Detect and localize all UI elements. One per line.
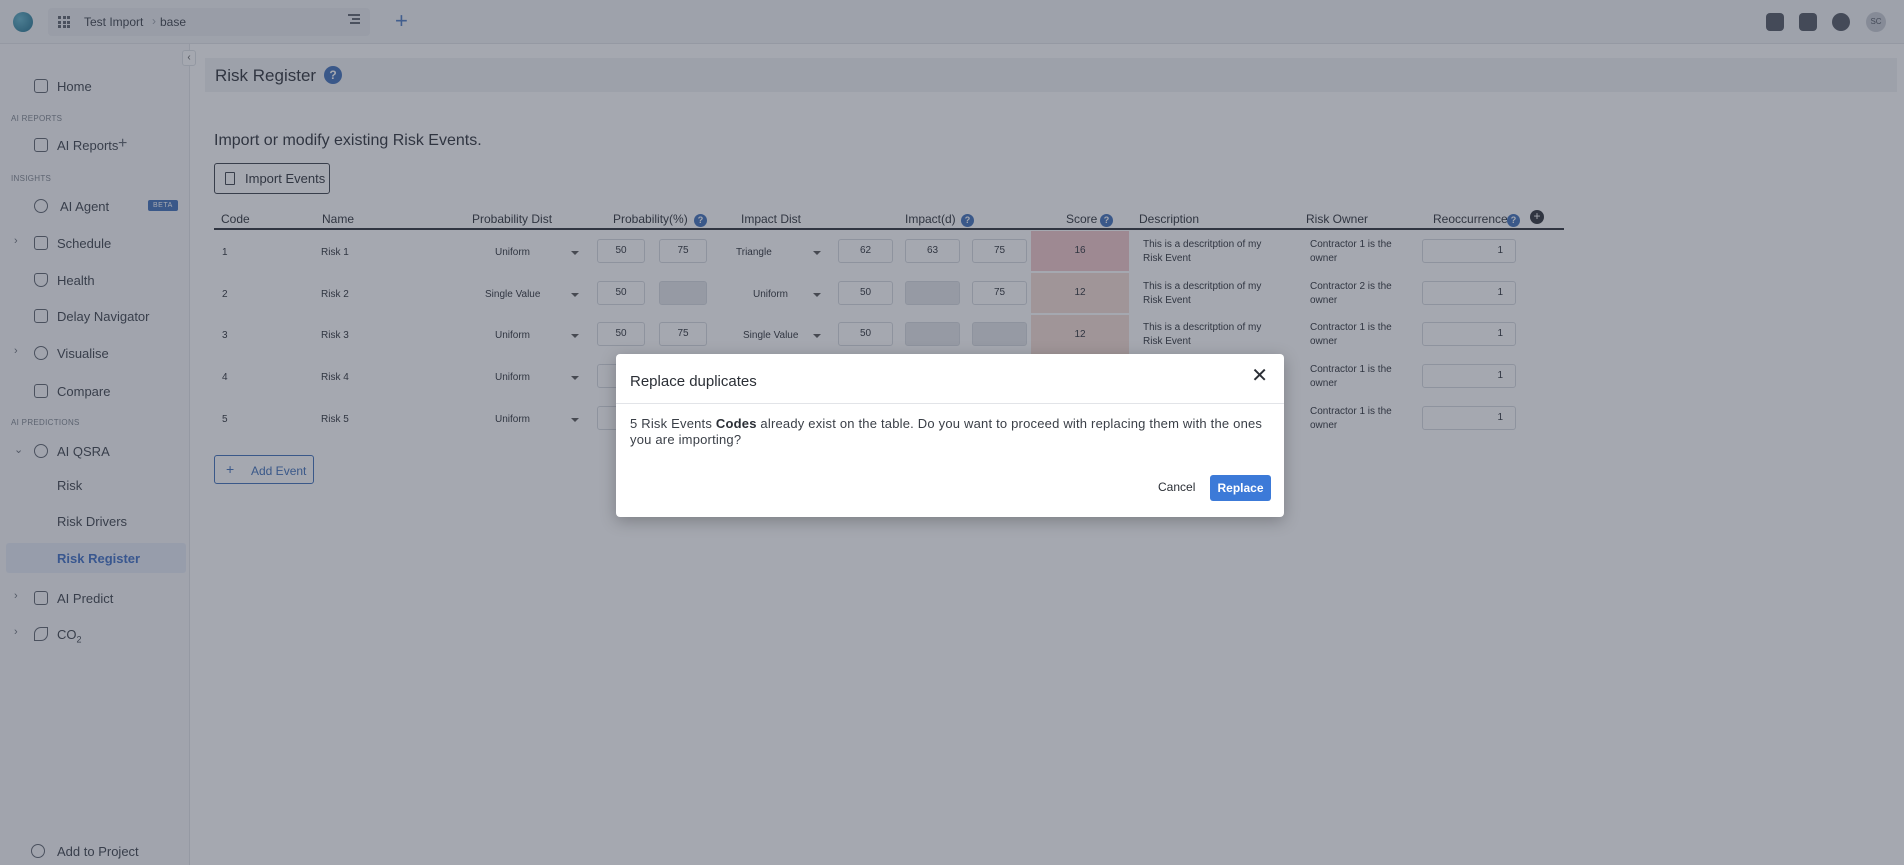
close-icon[interactable]: ✕ <box>1251 366 1268 386</box>
dialog-title: Replace duplicates <box>630 373 757 390</box>
replace-duplicates-dialog: Replace duplicates ✕ 5 Risk Events Codes… <box>616 354 1284 517</box>
dialog-message: 5 Risk Events Codes already exist on the… <box>630 416 1263 447</box>
cancel-button[interactable]: Cancel <box>1158 480 1195 494</box>
replace-button[interactable]: Replace <box>1210 475 1271 501</box>
dialog-divider <box>616 403 1284 404</box>
